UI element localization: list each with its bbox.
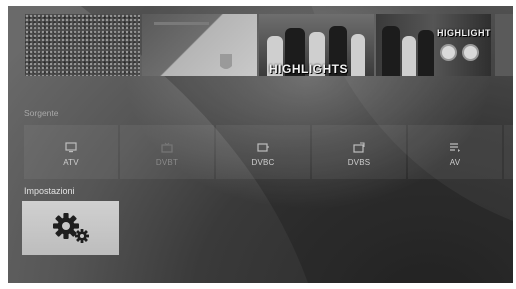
source-tile-dvbt[interactable]: DVBT — [120, 125, 214, 179]
crest-icon — [154, 22, 232, 69]
thumbnail-partial[interactable] — [495, 14, 513, 76]
satellite-icon — [353, 141, 365, 153]
settings-section-title: Impostazioni — [24, 186, 75, 196]
thumbnail-highlights-1[interactable]: HIGHLIGHTS — [259, 14, 374, 76]
source-label: ATV — [63, 157, 79, 167]
tv-home-screen: HIGHLIGHTS HIGHLIGHTS Sorgente ATV — [8, 6, 513, 283]
thumbnail-team-crest[interactable] — [142, 14, 257, 76]
highlights-caption-2: HIGHLIGHTS — [437, 28, 491, 38]
source-label: DVBC — [251, 157, 275, 167]
sources-section-title: Sorgente — [24, 108, 59, 118]
antenna-icon — [161, 142, 173, 153]
source-tile-dvbs[interactable]: DVBS — [312, 125, 406, 179]
source-tile-av[interactable]: AV — [408, 125, 502, 179]
cable-icon — [257, 142, 269, 152]
source-label: AV — [449, 157, 461, 167]
settings-tile[interactable] — [22, 201, 119, 255]
thumbnail-crowd[interactable] — [25, 14, 140, 76]
highlights-caption-1: HIGHLIGHTS — [269, 62, 348, 76]
monitor-icon — [65, 141, 77, 152]
small-gear-icon — [74, 229, 89, 243]
av-input-icon — [450, 142, 460, 152]
club-badge-icon — [462, 44, 479, 61]
source-label: DVBT — [155, 157, 179, 167]
source-tile-partial[interactable] — [504, 125, 513, 179]
club-badge-icon — [440, 44, 457, 61]
gear-icon — [52, 213, 89, 243]
thumbnail-players[interactable]: HIGHLIGHTS — [376, 14, 491, 76]
source-tile-atv[interactable]: ATV — [24, 125, 118, 179]
source-label: DVBS — [347, 157, 371, 167]
source-tile-dvbc[interactable]: DVBC — [216, 125, 310, 179]
